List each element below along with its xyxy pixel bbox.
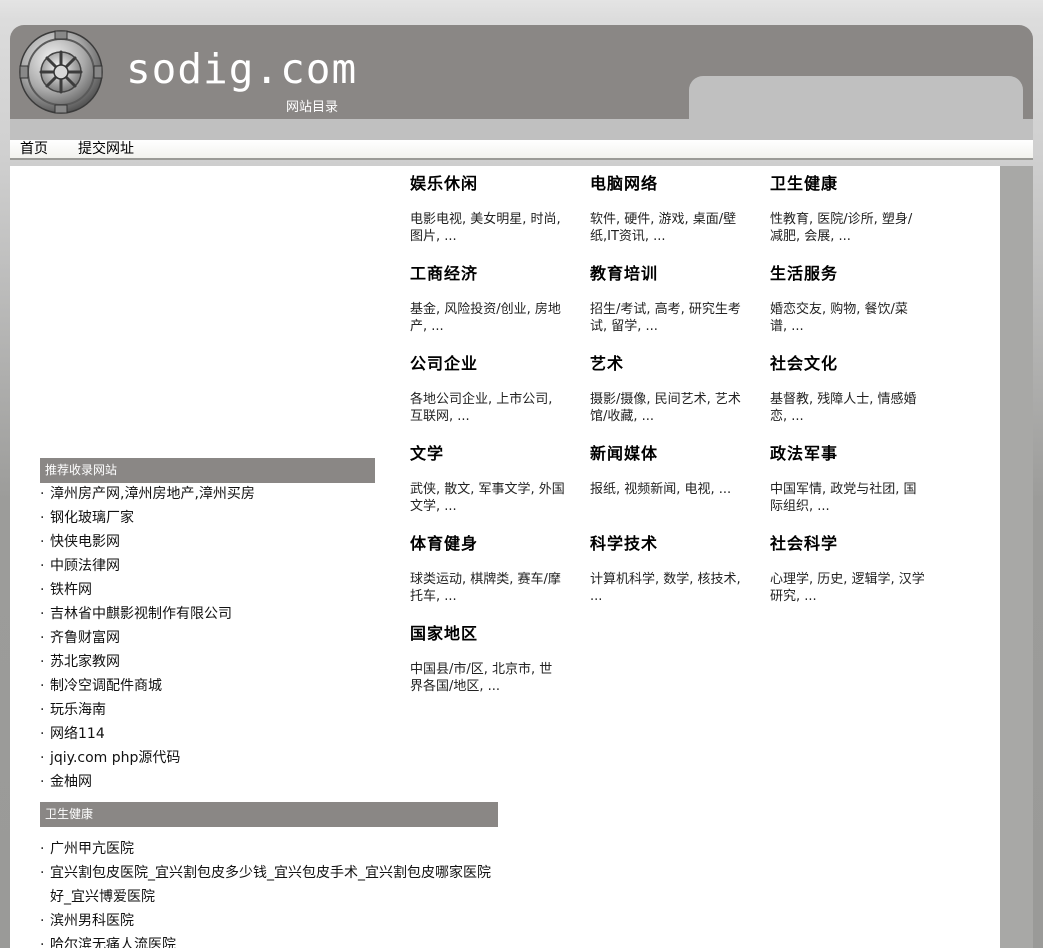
category-description[interactable]: 基金, 风险投资/创业, 房地产, ... [410,301,565,335]
list-item[interactable]: 漳州房产网,漳州房地产,漳州买房 [40,482,255,506]
category-description[interactable]: 招生/考试, 高考, 研究生考试, 留学, ... [590,301,745,335]
category-description[interactable]: 基督教, 残障人士, 情感婚恋, ... [770,391,925,425]
category-title[interactable]: 公司企业 [410,352,565,376]
list-item[interactable]: 吉林省中麒影视制作有限公司 [40,602,255,626]
nav-home[interactable]: 首页 [20,140,48,158]
category-item: 体育健身 球类运动, 棋牌类, 赛车/摩托车, ... [410,532,565,605]
health-section-heading: 卫生健康 [40,802,498,827]
site-header: sodig.com 网站目录 [10,25,1033,119]
nav-submit-url[interactable]: 提交网址 [78,140,134,158]
category-title[interactable]: 社会科学 [770,532,925,556]
category-description[interactable]: 计算机科学, 数学, 核技术, ... [590,571,745,605]
category-item: 生活服务 婚恋交友, 购物, 餐饮/菜谱, ... [770,262,925,335]
category-item: 电脑网络 软件, 硬件, 游戏, 桌面/壁纸,IT资讯, ... [590,172,745,245]
category-title[interactable]: 娱乐休闲 [410,172,565,196]
list-item[interactable]: 齐鲁财富网 [40,626,255,650]
category-item: 工商经济 基金, 风险投资/创业, 房地产, ... [410,262,565,335]
main-nav: 首页 提交网址 [10,140,1033,160]
category-item: 公司企业 各地公司企业, 上市公司, 互联网, ... [410,352,565,425]
list-item[interactable]: 钢化玻璃厂家 [40,506,255,530]
category-description[interactable]: 摄影/摄像, 民间艺术, 艺术馆/收藏, ... [590,391,745,425]
category-description[interactable]: 各地公司企业, 上市公司, 互联网, ... [410,391,565,425]
category-item: 娱乐休闲 电影电视, 美女明星, 时尚, 图片, ... [410,172,565,245]
category-item: 政法军事 中国军情, 政党与社团, 国际组织, ... [770,442,925,515]
category-description[interactable]: 球类运动, 棋牌类, 赛车/摩托车, ... [410,571,565,605]
health-sites-list: 广州甲亢医院 宜兴割包皮医院_宜兴割包皮多少钱_宜兴包皮手术_宜兴割包皮哪家医院… [40,837,495,948]
category-title[interactable]: 卫生健康 [770,172,925,196]
list-item[interactable]: 滨州男科医院 [40,909,495,933]
category-title[interactable]: 文学 [410,442,565,466]
list-item[interactable]: 广州甲亢医院 [40,837,495,861]
category-title[interactable]: 艺术 [590,352,745,376]
category-item: 卫生健康 性教育, 医院/诊所, 塑身/减肥, 会展, ... [770,172,925,245]
right-gutter [1000,166,1033,948]
list-item[interactable]: jqiy.com php源代码 [40,746,255,770]
recommended-sites-heading: 推荐收录网站 [40,458,375,483]
category-item: 艺术 摄影/摄像, 民间艺术, 艺术馆/收藏, ... [590,352,745,425]
category-description[interactable]: 报纸, 视频新闻, 电视, ... [590,481,745,498]
list-item[interactable]: 苏北家教网 [40,650,255,674]
category-description[interactable]: 性教育, 医院/诊所, 塑身/减肥, 会展, ... [770,211,925,245]
list-item[interactable]: 中顾法律网 [40,554,255,578]
list-item[interactable]: 宜兴割包皮医院_宜兴割包皮多少钱_宜兴包皮手术_宜兴割包皮哪家医院好_宜兴博爱医… [40,861,495,909]
category-title[interactable]: 国家地区 [410,622,565,646]
category-description[interactable]: 软件, 硬件, 游戏, 桌面/壁纸,IT资讯, ... [590,211,745,245]
category-title[interactable]: 新闻媒体 [590,442,745,466]
category-title[interactable]: 电脑网络 [590,172,745,196]
header-tab-panel [689,76,1023,119]
category-description[interactable]: 婚恋交友, 购物, 餐饮/菜谱, ... [770,301,925,335]
category-description[interactable]: 中国军情, 政党与社团, 国际组织, ... [770,481,925,515]
category-item: 新闻媒体 报纸, 视频新闻, 电视, ... [590,442,745,498]
vault-door-icon[interactable] [18,29,104,115]
category-title[interactable]: 教育培训 [590,262,745,286]
category-title[interactable]: 生活服务 [770,262,925,286]
category-item: 社会科学 心理学, 历史, 逻辑学, 汉学研究, ... [770,532,925,605]
list-item[interactable]: 制冷空调配件商城 [40,674,255,698]
site-title[interactable]: sodig.com [126,45,357,93]
category-description[interactable]: 心理学, 历史, 逻辑学, 汉学研究, ... [770,571,925,605]
recommended-sites-list: 漳州房产网,漳州房地产,漳州买房 钢化玻璃厂家 快侠电影网 中顾法律网 铁杵网 … [40,482,255,794]
list-item[interactable]: 金柚网 [40,770,255,794]
category-title[interactable]: 社会文化 [770,352,925,376]
list-item[interactable]: 快侠电影网 [40,530,255,554]
category-title[interactable]: 科学技术 [590,532,745,556]
category-item: 社会文化 基督教, 残障人士, 情感婚恋, ... [770,352,925,425]
site-subtitle: 网站目录 [286,100,339,115]
page: sodig.com 网站目录 首页 提交网址 娱乐休闲 电影电视, 美女明星, … [0,0,1043,948]
list-item[interactable]: 哈尔滨无痛人流医院 [40,933,495,948]
category-item: 国家地区 中国县/市/区, 北京市, 世界各国/地区, ... [410,622,565,695]
category-description[interactable]: 电影电视, 美女明星, 时尚, 图片, ... [410,211,565,245]
category-description[interactable]: 武侠, 散文, 军事文学, 外国文学, ... [410,481,565,515]
category-description[interactable]: 中国县/市/区, 北京市, 世界各国/地区, ... [410,661,565,695]
list-item[interactable]: 网络114 [40,722,255,746]
category-item: 文学 武侠, 散文, 军事文学, 外国文学, ... [410,442,565,515]
category-title[interactable]: 工商经济 [410,262,565,286]
category-item: 科学技术 计算机科学, 数学, 核技术, ... [590,532,745,605]
list-item[interactable]: 玩乐海南 [40,698,255,722]
category-title[interactable]: 体育健身 [410,532,565,556]
header-divider [10,119,1033,140]
main-content: 娱乐休闲 电影电视, 美女明星, 时尚, 图片, ... 电脑网络 软件, 硬件… [10,166,1000,948]
category-title[interactable]: 政法军事 [770,442,925,466]
category-item: 教育培训 招生/考试, 高考, 研究生考试, 留学, ... [590,262,745,335]
list-item[interactable]: 铁杵网 [40,578,255,602]
